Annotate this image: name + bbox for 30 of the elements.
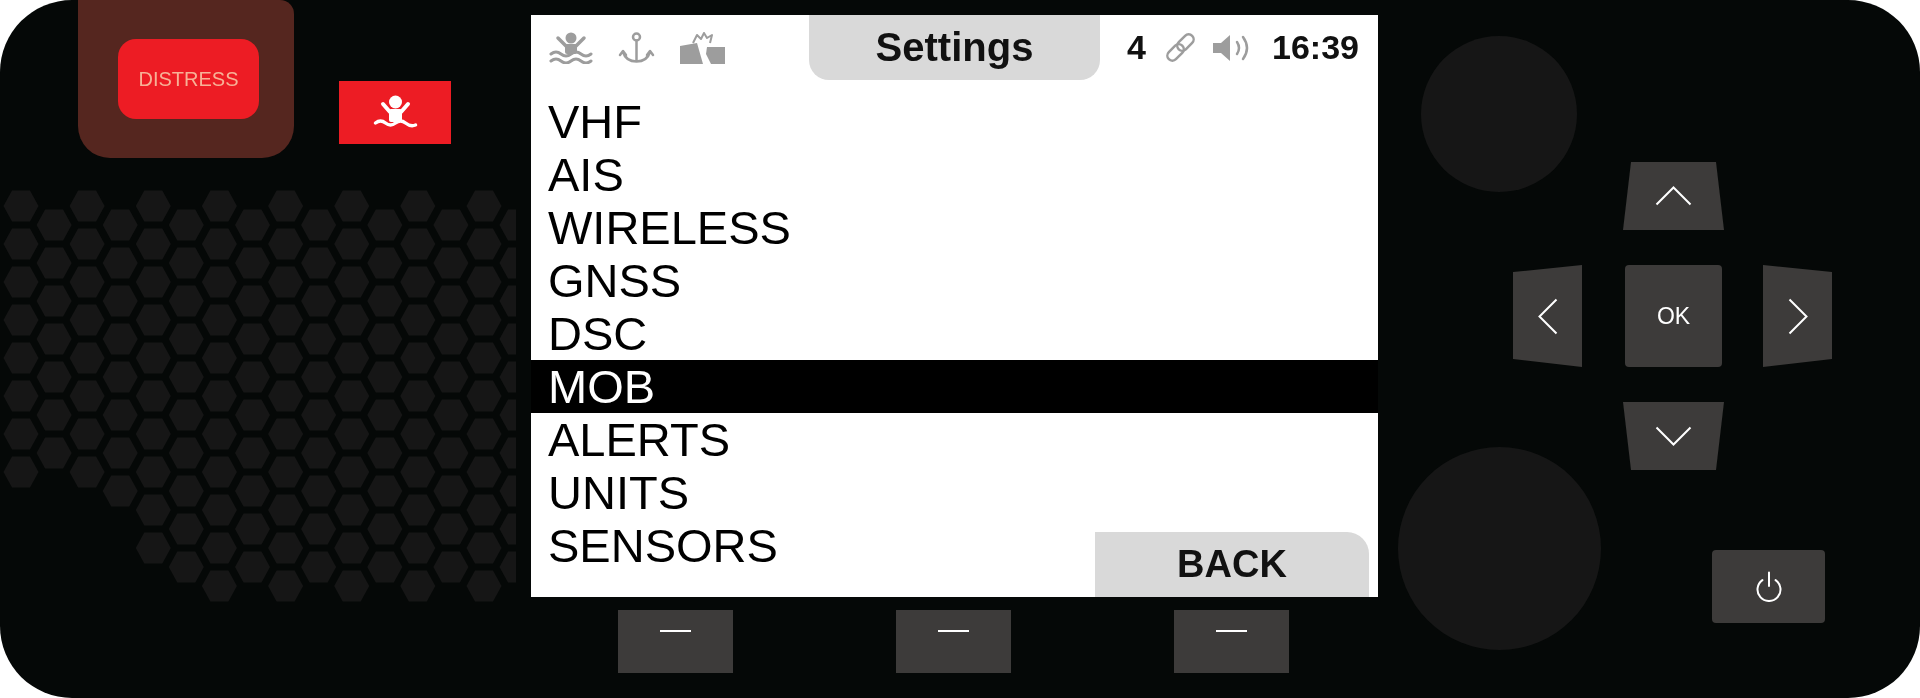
menu-item[interactable]: MOB <box>531 360 1378 413</box>
right-button[interactable] <box>1763 265 1832 367</box>
screen-title: Settings <box>809 15 1100 80</box>
menu-item[interactable]: UNITS <box>531 466 706 519</box>
menu-item[interactable]: ALERTS <box>531 413 747 466</box>
swimmer-icon <box>549 31 593 64</box>
menu-item[interactable]: SENSORS <box>531 519 795 572</box>
left-button[interactable] <box>1513 265 1582 367</box>
menu-item[interactable]: VHF <box>531 95 659 148</box>
chevron-down-icon <box>1655 426 1692 446</box>
status-count: 4 <box>1127 28 1147 67</box>
collision-icon <box>680 31 725 64</box>
chevron-up-icon <box>1655 186 1692 206</box>
chevron-right-icon <box>1787 297 1808 335</box>
menu-item[interactable]: GNSS <box>531 254 699 307</box>
anchor-icon <box>618 31 655 64</box>
dash-icon <box>938 630 969 632</box>
swimmer-icon <box>372 95 418 130</box>
power-icon <box>1754 571 1783 602</box>
back-button[interactable]: BACK <box>1095 532 1369 597</box>
menu-item[interactable]: AIS <box>531 148 641 201</box>
power-button[interactable] <box>1712 550 1825 623</box>
ok-button[interactable]: OK <box>1625 265 1722 367</box>
clock-time: 16:39 <box>1272 28 1359 67</box>
menu-item[interactable]: WIRELESS <box>531 201 808 254</box>
dash-icon <box>1216 630 1247 632</box>
mob-button[interactable] <box>339 81 451 144</box>
dash-icon <box>660 630 691 632</box>
chevron-left-icon <box>1537 297 1558 335</box>
menu-item[interactable]: DSC <box>531 307 665 360</box>
